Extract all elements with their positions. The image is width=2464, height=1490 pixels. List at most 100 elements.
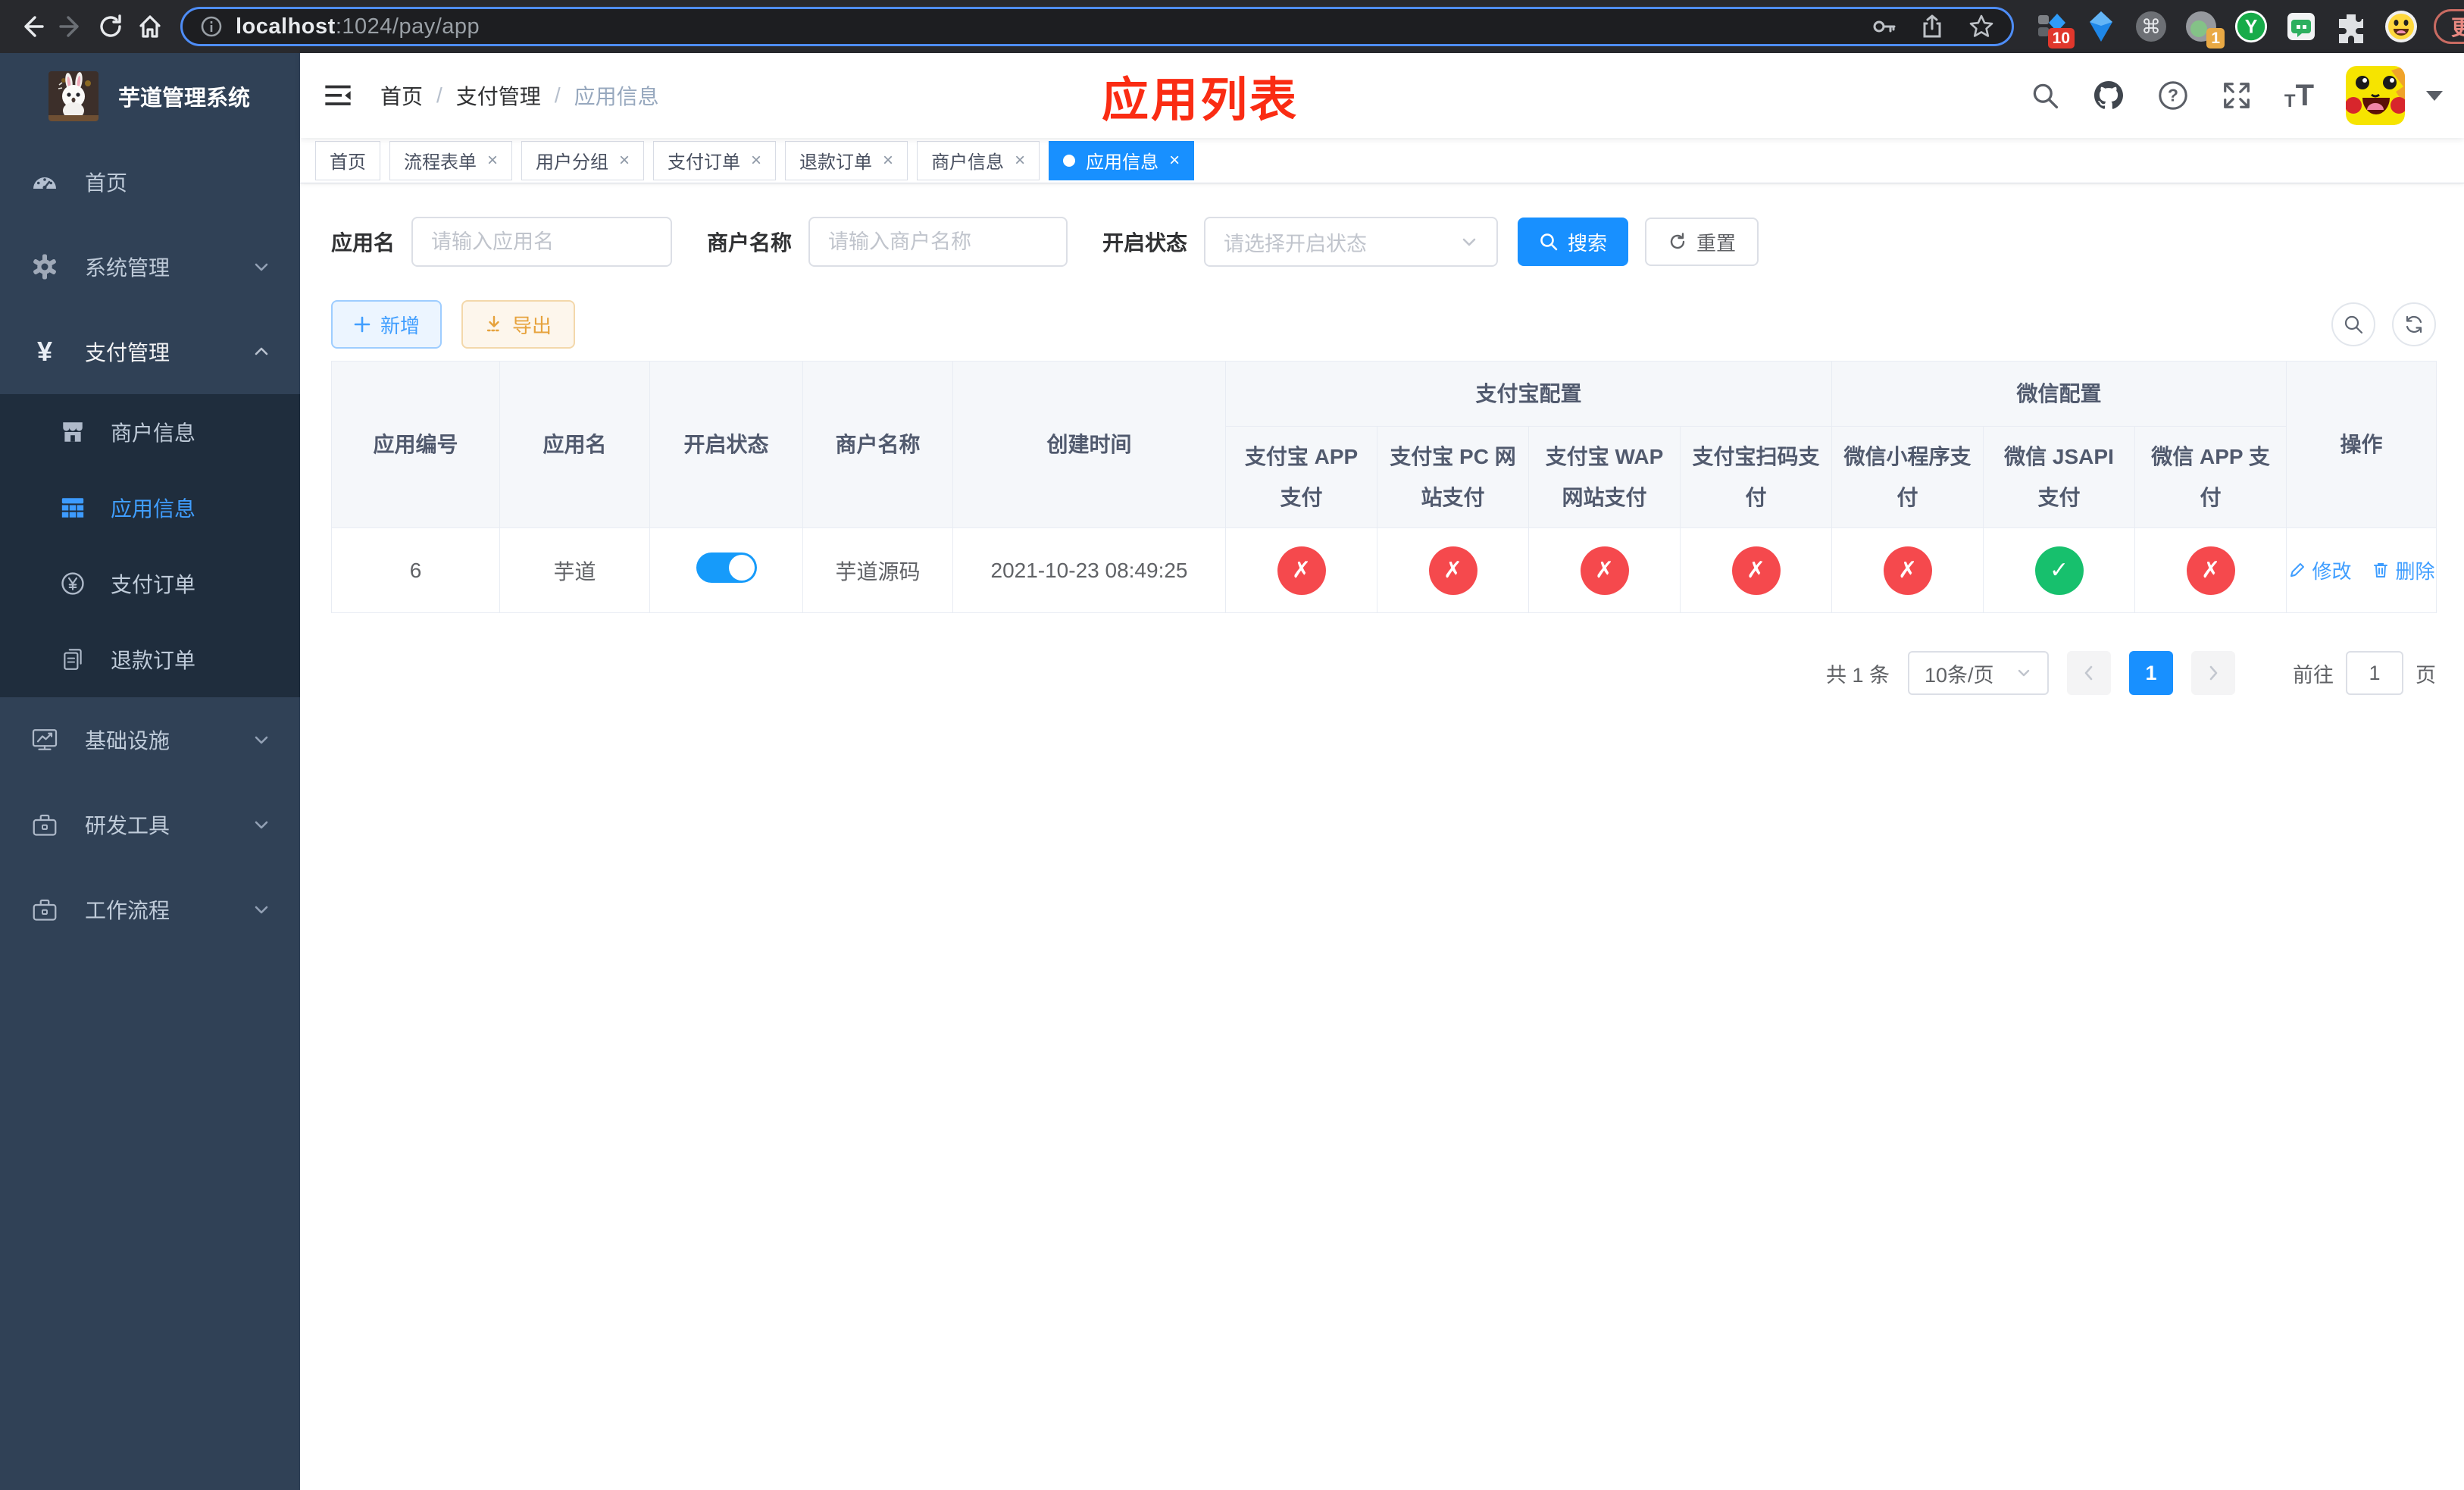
sidebar-item-home[interactable]: 首页 <box>0 139 300 224</box>
sidebar-item-refund-orders[interactable]: 退款订单 <box>0 621 300 697</box>
sidebar-item-label: 基础设施 <box>85 729 170 753</box>
user-menu-caret-icon[interactable] <box>2426 90 2443 101</box>
bookmark-star-icon[interactable] <box>1968 13 1995 40</box>
password-key-icon[interactable] <box>1871 14 1896 39</box>
extension-recorder-icon[interactable]: 1 <box>2184 9 2225 49</box>
status-enabled-icon: ✓ <box>2034 546 2084 595</box>
col-header-alipay-pc: 支付宝 PC 网站支付 <box>1377 426 1529 528</box>
user-avatar[interactable] <box>2346 66 2405 125</box>
search-button[interactable]: 搜索 <box>1518 218 1629 266</box>
chevron-down-icon <box>253 731 270 748</box>
breadcrumb-current: 应用信息 <box>574 85 659 108</box>
cell-app-id: 6 <box>331 527 500 613</box>
close-icon[interactable]: × <box>487 151 498 170</box>
status-disabled-icon: ✗ <box>1580 546 1629 595</box>
next-page-button[interactable] <box>2191 651 2235 695</box>
prev-page-button[interactable] <box>2067 651 2111 695</box>
pagination-total: 共 1 条 <box>1825 663 1890 687</box>
page-size-select[interactable]: 10条/页 <box>1908 651 2049 695</box>
status-select[interactable]: 请选择开启状态 <box>1204 217 1499 267</box>
status-disabled-icon: ✗ <box>1428 546 1477 595</box>
close-icon[interactable]: × <box>619 151 630 170</box>
svg-text:?: ? <box>2168 86 2178 105</box>
sidebar-item-merchant-info[interactable]: 商户信息 <box>0 394 300 470</box>
extension-kite-icon[interactable] <box>2084 9 2118 44</box>
extension-chat-icon[interactable] <box>2284 9 2319 44</box>
browser-back-button[interactable] <box>12 7 52 46</box>
sidebar-item-label: 支付订单 <box>111 573 196 596</box>
browser-reload-button[interactable] <box>91 7 130 46</box>
cell-created: 2021-10-23 08:49:25 <box>952 527 1226 613</box>
extension-badge: 1 <box>2206 28 2225 49</box>
extension-command-icon[interactable]: ⌘ <box>2134 9 2169 44</box>
share-icon[interactable] <box>1919 14 1945 39</box>
sidebar-collapse-icon[interactable] <box>300 53 376 138</box>
close-icon[interactable]: × <box>1169 151 1180 170</box>
tab-process-form[interactable]: 流程表单 × <box>389 140 513 180</box>
sidebar-item-payment-orders[interactable]: 支付订单 <box>0 546 300 621</box>
col-header-wechat-jsapi: 微信 JSAPI 支付 <box>1983 426 2136 528</box>
browser-forward-button[interactable] <box>52 7 91 46</box>
github-icon[interactable] <box>2092 79 2125 112</box>
app-name-input[interactable] <box>411 217 673 267</box>
tab-merchant-info[interactable]: 商户信息 × <box>917 140 1040 180</box>
logo-rabbit-image <box>48 71 98 121</box>
status-disabled-icon: ✗ <box>1883 546 1932 595</box>
edit-link[interactable]: 修改 <box>2288 556 2352 584</box>
toolbox-icon <box>30 811 59 838</box>
merchant-name-input[interactable] <box>808 217 1068 267</box>
extensions-puzzle-icon[interactable] <box>2334 9 2369 44</box>
sidebar-logo[interactable]: 芋道管理系统 <box>0 53 300 139</box>
sidebar-item-dev-tools[interactable]: 研发工具 <box>0 782 300 867</box>
sidebar-item-payment[interactable]: ¥ 支付管理 <box>0 309 300 394</box>
tab-refund-orders[interactable]: 退款订单 × <box>785 140 908 180</box>
add-button[interactable]: 新增 <box>331 300 442 349</box>
dashboard-icon <box>30 168 59 196</box>
browser-home-button[interactable] <box>130 7 170 46</box>
reset-button[interactable]: 重置 <box>1645 218 1759 266</box>
sidebar-item-label: 首页 <box>85 171 128 195</box>
export-button[interactable]: 导出 <box>461 300 575 349</box>
tab-user-group[interactable]: 用户分组 × <box>521 140 645 180</box>
extension-yudao-icon[interactable]: Y <box>2234 9 2269 44</box>
sidebar-item-workflow[interactable]: 工作流程 <box>0 867 300 952</box>
goto-page-input[interactable] <box>2346 651 2403 695</box>
breadcrumb-home[interactable]: 首页 <box>380 80 423 111</box>
col-group-wechat: 微信配置 <box>1831 361 2287 427</box>
sidebar-item-label: 退款订单 <box>111 649 196 672</box>
col-header-alipay-app: 支付宝 APP 支付 <box>1225 426 1377 528</box>
page-number-1[interactable]: 1 <box>2129 651 2173 695</box>
browser-update-button[interactable]: 更新 <box>2434 9 2464 44</box>
sidebar-item-system[interactable]: 系统管理 <box>0 224 300 309</box>
payment-submenu: 商户信息 应用信息 支付订单 退款订单 <box>0 394 300 697</box>
close-icon[interactable]: × <box>751 151 761 170</box>
breadcrumb-payment[interactable]: 支付管理 <box>456 80 541 111</box>
address-bar[interactable]: localhost:1024/pay/app <box>180 7 2014 46</box>
breadcrumb: 首页 / 支付管理 / 应用信息 <box>380 80 659 111</box>
status-toggle[interactable] <box>696 552 757 583</box>
close-icon[interactable]: × <box>883 151 893 170</box>
sidebar-item-app-info[interactable]: 应用信息 <box>0 470 300 546</box>
sidebar-item-infrastructure[interactable]: 基础设施 <box>0 697 300 782</box>
col-header-alipay-qr: 支付宝扫码支付 <box>1679 426 1833 528</box>
extension-boards-icon[interactable]: 10 <box>2034 9 2075 49</box>
show-search-toggle-button[interactable] <box>2331 302 2375 346</box>
header-search-icon[interactable] <box>2030 80 2060 111</box>
help-icon[interactable]: ? <box>2157 80 2189 111</box>
status-disabled-icon: ✗ <box>1731 546 1781 595</box>
tab-payment-orders[interactable]: 支付订单 × <box>653 140 777 180</box>
col-header-created: 创建时间 <box>952 361 1226 528</box>
app-table: 应用编号 应用名 开启状态 商户名称 创建时间 支付宝配置 微信配置 操作 支付… <box>331 361 2437 613</box>
close-icon[interactable]: × <box>1015 151 1025 170</box>
fullscreen-icon[interactable] <box>2221 80 2253 111</box>
delete-link[interactable]: 删除 <box>2372 556 2435 584</box>
extension-emoji-icon[interactable] <box>2384 9 2419 44</box>
tab-app-info-active[interactable]: 应用信息 × <box>1049 140 1195 180</box>
tab-home[interactable]: 首页 <box>315 140 380 180</box>
col-header-app-id: 应用编号 <box>331 361 500 528</box>
chevron-down-icon <box>253 258 270 275</box>
site-info-icon[interactable] <box>199 14 224 39</box>
extensions-area: 10 ⌘ 1 Y <box>2034 9 2419 49</box>
refresh-table-button[interactable] <box>2392 302 2436 346</box>
font-size-icon[interactable]: TT <box>2284 80 2314 111</box>
